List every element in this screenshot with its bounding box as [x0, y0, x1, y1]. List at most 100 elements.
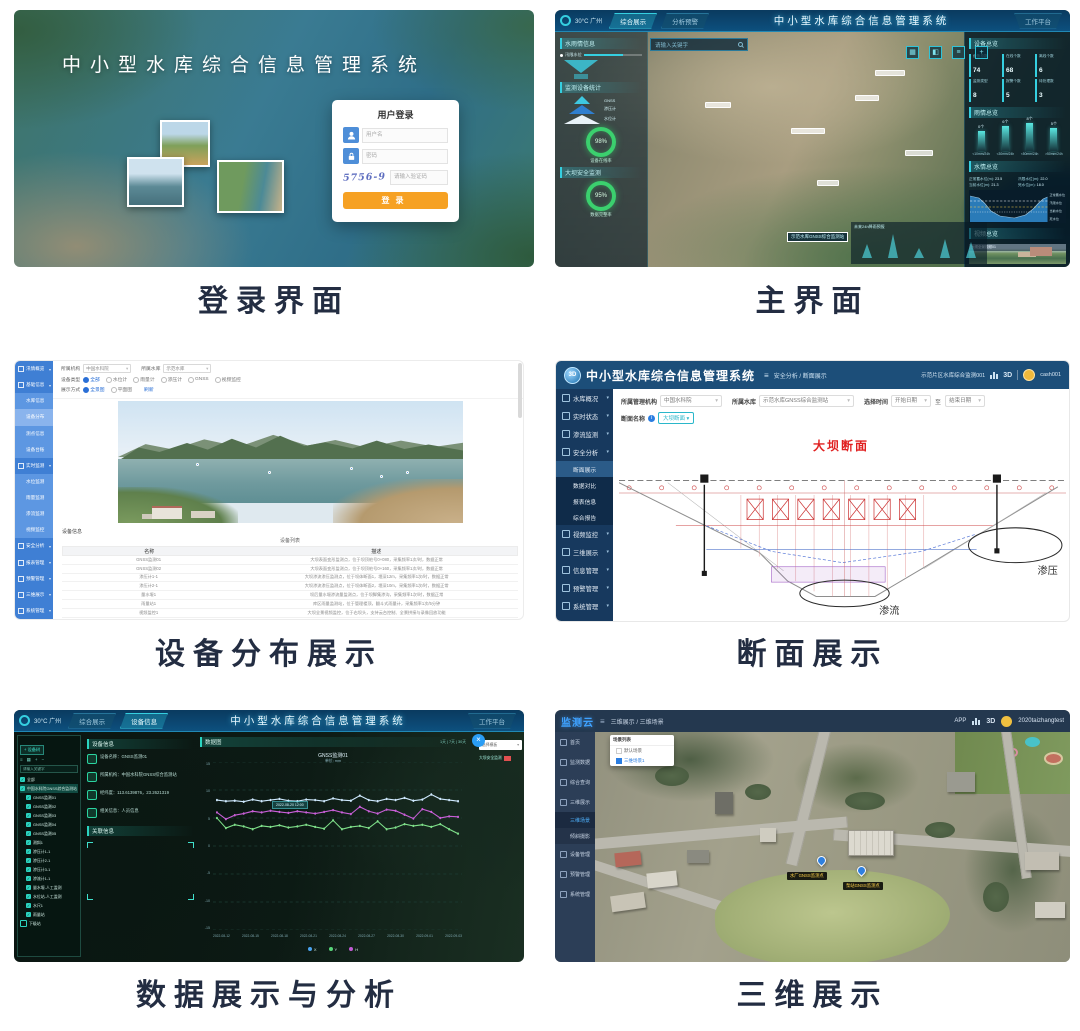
sidebar-menu-item[interactable]: 系统管理: [15, 603, 53, 619]
sidebar-menu-item[interactable]: 预警管理: [15, 571, 53, 587]
table-row[interactable]: 渗压计1-1 大坝渗流渗压监测点，位于坝体断面1，埋深12m，采集频率1次/时，…: [62, 574, 518, 583]
device-type-option[interactable]: 渗压计: [161, 376, 182, 383]
water-level-slider[interactable]: 汛限水位: [560, 52, 642, 58]
pin-label[interactable]: 水厂GNSS监测点: [787, 872, 827, 880]
sidebar-menu-item[interactable]: 水库信息: [15, 393, 53, 409]
mode-3d-button[interactable]: 3D: [1003, 372, 1012, 379]
range-selector[interactable]: 1天 | 7天 | 30天: [440, 740, 466, 745]
org-select[interactable]: 中国水科院: [83, 364, 131, 373]
password-input[interactable]: [362, 149, 448, 164]
template-select[interactable]: 选择模板: [479, 740, 522, 750]
sidebar-menu-item[interactable]: 综合报告: [556, 509, 613, 525]
new-group-button[interactable]: + 设备树: [20, 745, 44, 755]
map-tool-button[interactable]: ◧: [929, 46, 942, 59]
tree-item[interactable]: 渗压计1-1: [20, 847, 78, 856]
tree-tool-icon[interactable]: +: [35, 757, 38, 763]
template-item[interactable]: 大坝安全监测: [479, 756, 511, 761]
sidebar-menu-item[interactable]: 三维展示: [556, 543, 613, 561]
sidebar-menu-item[interactable]: 系统管理: [555, 884, 595, 904]
sidebar-menu-item[interactable]: 雨量监测: [15, 490, 53, 506]
scrollbar[interactable]: [518, 363, 522, 418]
view-mode-option[interactable]: 全景图: [83, 386, 104, 393]
sidebar-menu-item[interactable]: 三维展示: [15, 587, 53, 603]
map-search-input[interactable]: 请输入关键字: [650, 38, 748, 51]
tree-item[interactable]: GNSS监测03: [20, 811, 78, 820]
sidebar-menu-item[interactable]: 信息管理: [556, 561, 613, 579]
device-pin[interactable]: [268, 471, 271, 474]
table-row[interactable]: 量水堰1 坝后量水堰渗流量监测点，位于坝脚集渗沟，采集频率1次/时，数据正常: [62, 591, 518, 600]
sidebar-menu-item[interactable]: 基础信息: [15, 377, 53, 393]
sidebar-menu-item[interactable]: 系统管理: [556, 597, 613, 615]
sidebar-menu-item[interactable]: 测点信息: [15, 426, 53, 442]
start-date-input[interactable]: 开始日期: [891, 395, 931, 407]
close-icon[interactable]: ×: [472, 734, 485, 747]
sidebar-menu-item[interactable]: 视频监控: [556, 525, 613, 543]
tree-item[interactable]: 雨量站: [20, 910, 78, 919]
device-pin[interactable]: [406, 471, 409, 474]
sidebar-menu-item[interactable]: 水位监测: [15, 474, 53, 490]
nav-tab-workbench[interactable]: 工作平台: [1014, 13, 1062, 29]
nav-tab[interactable]: 综合展示: [68, 713, 116, 729]
menu-icon[interactable]: ≡: [764, 371, 769, 380]
sidebar-menu-item[interactable]: 报表信息: [556, 493, 613, 509]
mode-3d-button[interactable]: 3D: [986, 718, 995, 725]
tree-item[interactable]: 水位站-人工监测: [20, 892, 78, 901]
tree-item[interactable]: 量水堰-人工监测: [20, 883, 78, 892]
map-pin-icon[interactable]: [815, 854, 828, 867]
legend-item[interactable]: H: [349, 947, 358, 952]
menu-icon[interactable]: ≡: [600, 717, 605, 726]
reservoir-panorama[interactable]: [118, 401, 463, 523]
sidebar-menu-item[interactable]: 断面展示: [556, 461, 613, 477]
map-tool-button[interactable]: ≡: [952, 46, 965, 59]
sidebar-menu-item[interactable]: 预警管理: [555, 864, 595, 884]
tree-tool-icon[interactable]: −: [42, 757, 45, 763]
sidebar-menu-item[interactable]: 设备管理: [555, 844, 595, 864]
tree-item[interactable]: 渗压计2-1: [20, 856, 78, 865]
sidebar-menu-item[interactable]: 数据对比: [556, 477, 613, 493]
tree-item[interactable]: GNSS监测04: [20, 820, 78, 829]
sidebar-menu-item[interactable]: 实时监测: [15, 458, 53, 474]
device-type-option[interactable]: GNSS: [188, 376, 209, 383]
device-type-option[interactable]: 全部: [83, 376, 100, 383]
tree-item[interactable]: 全部: [20, 775, 78, 784]
reservoir-select[interactable]: 示范水库GNSS综合监测站: [759, 395, 854, 407]
org-select[interactable]: 中国水科院: [660, 395, 722, 407]
refresh-link[interactable]: 刷新: [144, 386, 154, 393]
sidebar-menu-item[interactable]: 设备台账: [15, 442, 53, 458]
table-row[interactable]: 渗压计2-1 大坝渗流渗压监测点，位于坝体断面2，埋深10m，采集频率1次/时，…: [62, 582, 518, 591]
table-row[interactable]: GNSS监测01 大坝表面变形监测点，位于坝顶桩号0+080，采集频率1次/时，…: [62, 556, 518, 565]
login-button[interactable]: 登录: [343, 192, 448, 209]
device-type-option[interactable]: 水位计: [106, 376, 127, 383]
chart-icon[interactable]: [972, 718, 980, 725]
sidebar-menu-item[interactable]: 视频监控: [15, 522, 53, 538]
end-date-input[interactable]: 结束日期: [945, 395, 985, 407]
username-input[interactable]: [362, 128, 448, 143]
legend-item[interactable]: X: [308, 947, 317, 952]
device-pin[interactable]: [350, 467, 353, 470]
avatar[interactable]: [1023, 369, 1035, 381]
nav-tab[interactable]: 分析预警: [661, 13, 709, 29]
sidebar-menu-item[interactable]: 汛情概览: [15, 361, 53, 377]
avatar[interactable]: [1001, 716, 1012, 727]
popup-option[interactable]: 默认场景: [610, 746, 674, 756]
pin-label[interactable]: 泵站GNSS监测点: [843, 882, 883, 890]
sidebar-menu-item[interactable]: 实时状态: [556, 407, 613, 425]
aerial-3d-view[interactable]: 水厂GNSS监测点 泵站GNSS监测点: [595, 732, 1070, 962]
tree-item[interactable]: GNSS监测01: [20, 793, 78, 802]
tree-item[interactable]: GNSS监测05: [20, 829, 78, 838]
nav-tab-workbench[interactable]: 工作平台: [468, 713, 516, 729]
sidebar-menu-item[interactable]: 渗流监测: [556, 425, 613, 443]
sidebar-menu-item[interactable]: 首页: [555, 732, 595, 752]
table-row[interactable]: 雨量站1 库区雨量监测站，位于管理楼顶，翻斗式雨量计，采集频率1次/5分钟: [62, 600, 518, 609]
device-type-option[interactable]: 雨量计: [133, 376, 154, 383]
app-link[interactable]: APP: [954, 718, 966, 724]
tree-item[interactable]: 水尺1: [20, 901, 78, 910]
sidebar-menu-item[interactable]: 渗流监测: [15, 506, 53, 522]
sidebar-menu-item[interactable]: 设备分布: [15, 409, 53, 425]
sidebar-menu-item[interactable]: 三维场景: [555, 812, 595, 828]
table-row[interactable]: 视频监控1 大坝全景视频监控，位于右坝头，支持云台控制、全景拼接与录像回放功能: [62, 609, 518, 618]
captcha-input[interactable]: [390, 170, 448, 185]
tree-item[interactable]: 中国水科院GNSS综合监测站: [20, 784, 78, 793]
sidebar-menu-item[interactable]: 安全分析: [556, 443, 613, 461]
legend-item[interactable]: Y: [329, 947, 338, 952]
